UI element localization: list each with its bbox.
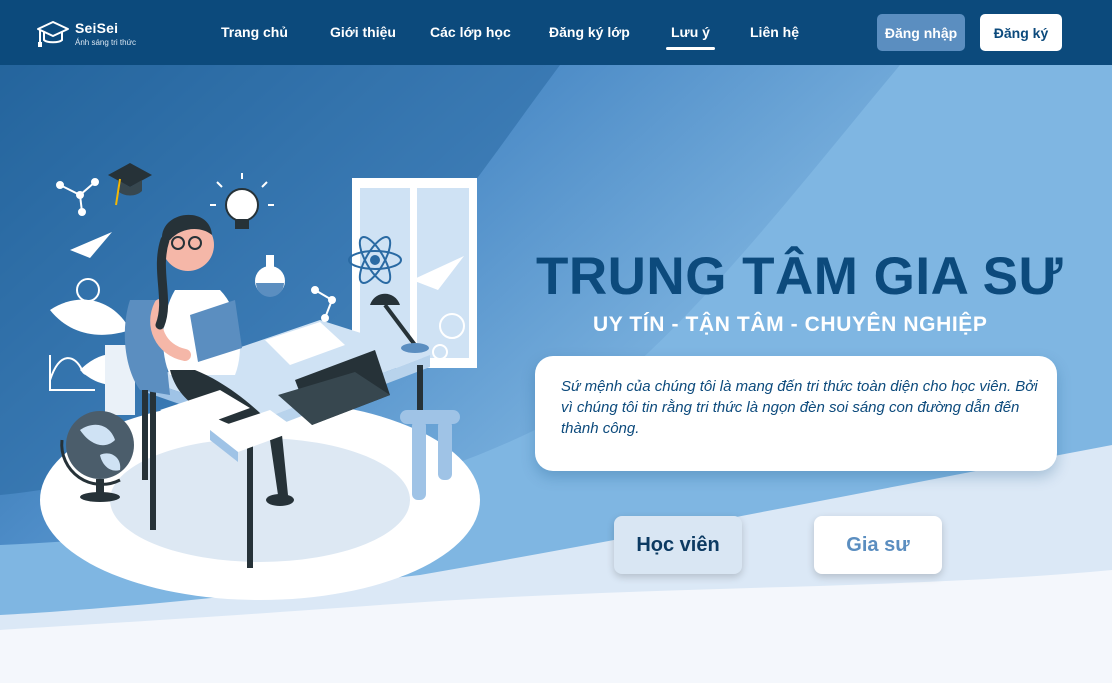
hero-subtitle: UY TÍN - TẬN TÂM - CHUYÊN NGHIỆP <box>593 313 988 336</box>
nav-item-classes[interactable]: Các lớp học <box>430 24 511 40</box>
nav-item-register-class[interactable]: Đăng ký lớp <box>549 24 630 40</box>
flask-icon <box>255 255 285 297</box>
mission-card: Sứ mệnh của chúng tôi là mang đến tri th… <box>535 356 1057 471</box>
top-navbar: SeiSei Ánh sáng tri thức Trang chủ Giới … <box>0 0 1112 65</box>
nav-item-notes[interactable]: Lưu ý <box>671 24 710 40</box>
graduation-cap-icon <box>108 163 152 206</box>
student-button[interactable]: Học viên <box>614 516 742 574</box>
nav-item-home[interactable]: Trang chủ <box>221 24 288 40</box>
graduation-cap-icon <box>37 21 69 47</box>
brand-name: SeiSei <box>75 20 119 36</box>
brand-tagline: Ánh sáng tri thức <box>75 38 136 47</box>
nav-item-about[interactable]: Giới thiệu <box>330 24 396 40</box>
tutor-button[interactable]: Gia sư <box>814 516 942 574</box>
student-studying-illustration <box>40 163 480 600</box>
paper-plane-icon <box>70 232 112 258</box>
lightbulb-icon <box>210 173 274 229</box>
nav-item-contact[interactable]: Liên hệ <box>750 24 799 40</box>
mission-text: Sứ mệnh của chúng tôi là mang đến tri th… <box>561 378 1038 437</box>
register-button[interactable]: Đăng ký <box>980 14 1062 51</box>
login-button[interactable]: Đăng nhập <box>877 14 965 51</box>
brand-logo[interactable]: SeiSei Ánh sáng tri thức <box>36 18 136 52</box>
hero-title: TRUNG TÂM GIA SƯ <box>536 247 1063 306</box>
nav-active-indicator <box>666 47 715 50</box>
line-chart-icon <box>49 355 96 391</box>
